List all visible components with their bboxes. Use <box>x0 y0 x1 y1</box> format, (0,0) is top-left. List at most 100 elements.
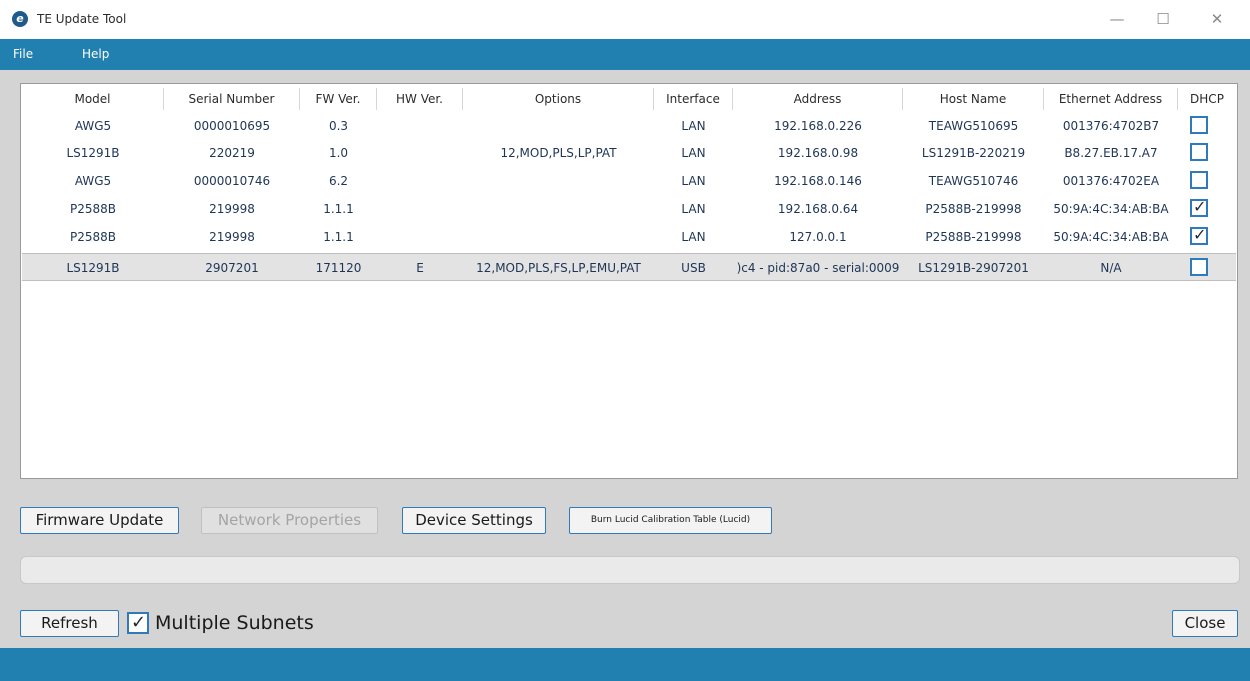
cell-options <box>463 223 654 251</box>
title-bar: e TE Update Tool — ☐ ✕ <box>0 0 1250 39</box>
cell-options: 12,MOD,PLS,FS,LP,EMU,PAT <box>476 261 641 275</box>
check-icon: ✓ <box>131 612 147 633</box>
refresh-button[interactable]: Refresh <box>20 610 119 637</box>
cell-host-name: P2588B-219998 <box>925 230 1022 244</box>
cell-options <box>463 167 654 195</box>
table-row[interactable]: P2588B 219998 1.1.1 LAN 127.0.0.1 P2588B-2199… <box>22 223 1236 251</box>
table-row[interactable]: LS1291B 2907201 171120 E 12,MOD,PLS,FS,LP,EM… <box>22 253 1236 281</box>
menu-help[interactable]: Help <box>82 47 109 61</box>
cell-model: LS1291B <box>66 261 120 275</box>
cell-ethernet-address: 50:9A:4C:34:AB:BA <box>1053 202 1169 216</box>
cell-host-name: LS1291B-220219 <box>921 146 1026 160</box>
table-row[interactable]: LS1291B 220219 1.0 12,MOD,PLS,LP,PAT LAN 192.… <box>22 139 1236 167</box>
cell-hw-ver <box>377 195 463 223</box>
device-settings-button[interactable]: Device Settings <box>402 507 546 534</box>
cell-interface: LAN <box>681 202 706 216</box>
cell-serial-number: 219998 <box>209 230 255 244</box>
cell-fw-ver: 6.2 <box>328 174 349 188</box>
close-window-button[interactable]: ✕ <box>1194 4 1240 34</box>
table-header: Model Serial Number FW Ver. HW Ver. Opti… <box>22 88 1236 110</box>
cell-model: AWG5 <box>74 174 112 188</box>
cell-serial-number: 220219 <box>209 146 255 160</box>
cell-address: )c4 - pid:87a0 - serial:0009 <box>736 261 900 275</box>
cell-host-name: P2588B-219998 <box>925 202 1022 216</box>
cell-ethernet-address: 50:9A:4C:34:AB:BA <box>1053 230 1169 244</box>
cell-hw-ver <box>377 112 463 140</box>
multiple-subnets-checkbox[interactable]: ✓ <box>127 612 149 634</box>
column-hw-ver[interactable]: HW Ver. <box>377 88 463 110</box>
cell-model: P2588B <box>69 230 116 244</box>
status-bar <box>0 648 1250 681</box>
cell-address: 192.168.0.64 <box>777 202 859 216</box>
cell-hw-ver: E <box>416 261 424 275</box>
table-row[interactable]: P2588B 219998 1.1.1 LAN 192.168.0.64 P2588B-2… <box>22 195 1236 223</box>
dhcp-checkbox[interactable]: ✓ <box>1190 143 1208 161</box>
column-options[interactable]: Options <box>463 88 654 110</box>
cell-host-name: TEAWG510695 <box>928 119 1019 133</box>
cell-hw-ver <box>377 167 463 195</box>
table-row[interactable]: AWG5 0000010695 0.3 LAN 192.168.0.226 TEAWG51… <box>22 112 1236 140</box>
cell-fw-ver: 1.1.1 <box>323 202 354 216</box>
cell-options <box>463 195 654 223</box>
table-row[interactable]: AWG5 0000010746 6.2 LAN 192.168.0.146 TEAWG51… <box>22 167 1236 195</box>
cell-ethernet-address: N/A <box>1100 261 1122 275</box>
column-model[interactable]: Model <box>22 88 164 110</box>
dhcp-checkbox[interactable]: ✓ <box>1190 197 1208 217</box>
cell-fw-ver: 0.3 <box>328 119 349 133</box>
cell-fw-ver: 1.1.1 <box>323 230 354 244</box>
column-fw-ver[interactable]: FW Ver. <box>300 88 377 110</box>
column-serial-number[interactable]: Serial Number <box>164 88 300 110</box>
network-properties-button: Network Properties <box>201 507 378 534</box>
cell-options <box>463 112 654 140</box>
window-title: TE Update Tool <box>37 12 127 26</box>
te-logo-icon: e <box>12 11 28 27</box>
cell-interface: LAN <box>681 146 706 160</box>
cell-options: 12,MOD,PLS,LP,PAT <box>500 146 617 160</box>
cell-host-name: TEAWG510746 <box>928 174 1019 188</box>
cell-serial-number: 2907201 <box>205 261 259 275</box>
column-address[interactable]: Address <box>733 88 903 110</box>
column-ethernet-address[interactable]: Ethernet Address <box>1044 88 1178 110</box>
cell-ethernet-address: 001376:4702B7 <box>1062 119 1160 133</box>
check-icon: ✓ <box>1193 225 1207 244</box>
column-host-name[interactable]: Host Name <box>903 88 1044 110</box>
dhcp-checkbox[interactable]: ✓ <box>1190 116 1208 134</box>
firmware-update-button[interactable]: Firmware Update <box>20 507 179 534</box>
cell-address: 192.168.0.146 <box>774 174 862 188</box>
column-dhcp[interactable]: DHCP <box>1178 88 1236 110</box>
cell-address: 127.0.0.1 <box>789 230 847 244</box>
cell-ethernet-address: 001376:4702EA <box>1062 174 1160 188</box>
cell-hw-ver <box>377 139 463 167</box>
cell-model: LS1291B <box>66 146 120 160</box>
cell-serial-number: 0000010746 <box>193 174 271 188</box>
cell-interface: LAN <box>681 174 706 188</box>
cell-interface: LAN <box>681 230 706 244</box>
cell-model: P2588B <box>69 202 116 216</box>
menu-file[interactable]: File <box>13 47 33 61</box>
cell-fw-ver: 171120 <box>315 261 362 275</box>
cell-fw-ver: 1.0 <box>328 146 349 160</box>
check-icon: ✓ <box>1193 197 1207 216</box>
device-table: Model Serial Number FW Ver. HW Ver. Opti… <box>20 83 1238 479</box>
progress-bar <box>20 556 1240 584</box>
cell-interface: USB <box>681 261 706 275</box>
maximize-button[interactable]: ☐ <box>1140 4 1186 34</box>
dhcp-checkbox[interactable]: ✓ <box>1190 171 1208 189</box>
cell-model: AWG5 <box>74 119 112 133</box>
cell-hw-ver <box>377 223 463 251</box>
cell-serial-number: 0000010695 <box>193 119 271 133</box>
dhcp-checkbox[interactable]: ✓ <box>1190 225 1208 245</box>
cell-serial-number: 219998 <box>209 202 255 216</box>
minimize-button[interactable]: — <box>1094 4 1140 34</box>
cell-ethernet-address: B8.27.EB.17.A7 <box>1064 146 1158 160</box>
cell-host-name: LS1291B-2907201 <box>918 261 1029 275</box>
menu-bar: File Help <box>0 39 1250 70</box>
column-interface[interactable]: Interface <box>654 88 733 110</box>
cell-interface: LAN <box>681 119 706 133</box>
close-button[interactable]: Close <box>1172 610 1238 637</box>
cell-address: 192.168.0.226 <box>774 119 862 133</box>
multiple-subnets-label: Multiple Subnets <box>155 612 314 634</box>
cell-address: 192.168.0.98 <box>777 146 859 160</box>
dhcp-checkbox[interactable]: ✓ <box>1190 258 1208 276</box>
burn-calibration-button[interactable]: Burn Lucid Calibration Table (Lucid) <box>569 507 772 534</box>
